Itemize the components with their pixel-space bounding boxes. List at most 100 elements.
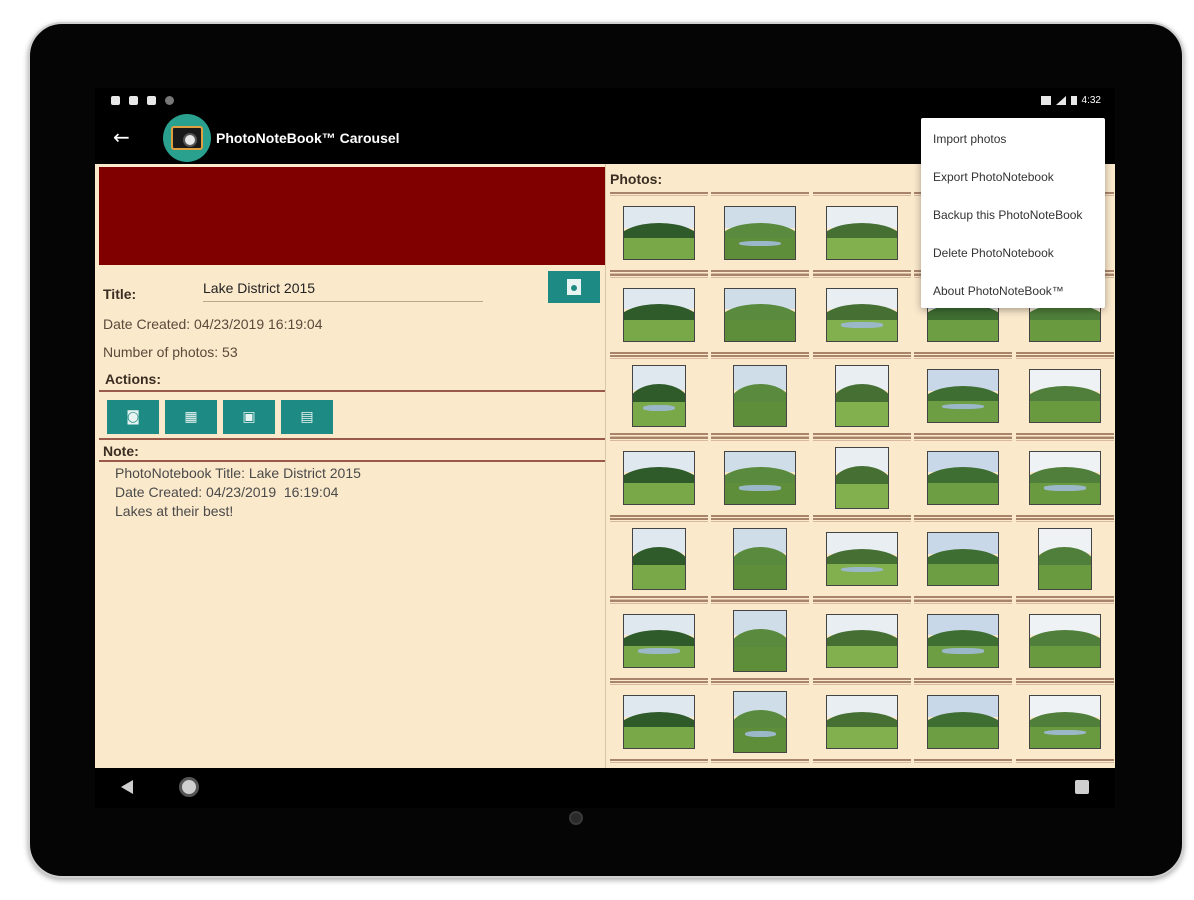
divider [812,681,911,685]
divider [610,599,708,604]
photo-thumbnail[interactable] [1015,681,1114,763]
save-button[interactable] [548,271,600,303]
divider [914,759,1013,763]
photo-thumbnail[interactable] [914,355,1013,437]
photo-thumbnail[interactable] [711,355,810,437]
divider [610,273,708,278]
photo-thumbnail[interactable] [914,436,1013,519]
photo-thumbnail[interactable] [914,518,1013,600]
menu-item-export[interactable]: Export PhotoNotebook [933,170,1054,184]
photo-thumbnail[interactable] [711,681,810,763]
divider [610,436,708,441]
battery-icon [1070,96,1077,105]
photo-thumbnail[interactable] [610,192,708,274]
photo-image [1028,450,1101,505]
divider [812,436,911,441]
actions-label: Actions: [105,371,161,387]
signal-icon [1055,96,1066,105]
photo-image [825,613,898,668]
dot-icon [165,96,174,105]
divider [914,681,1013,685]
divider [610,518,708,522]
overflow-menu: Import photos Export PhotoNotebook Backu… [921,118,1105,308]
portrait-icon: ▣ [242,409,256,425]
photo-image [623,206,695,260]
photo-thumbnail[interactable] [1015,436,1114,519]
sd-card-icon [147,96,156,105]
photo-thumbnail[interactable] [812,518,911,600]
divider [711,518,810,522]
nav-recents-icon[interactable] [1075,780,1089,794]
photo-image [927,613,1000,668]
photo-thumbnail[interactable] [610,273,708,356]
photo-thumbnail[interactable] [1015,355,1114,437]
number-of-photos: Number of photos: 53 [103,344,238,360]
photo-image [733,528,788,590]
grid-button[interactable]: ▤ [281,400,333,434]
photo-thumbnail[interactable] [711,192,810,274]
status-icons-left [111,96,174,105]
photo-image [724,287,797,342]
divider [1015,518,1114,522]
photo-thumbnail[interactable] [914,681,1013,763]
divider [711,355,810,359]
menu-item-backup[interactable]: Backup this PhotoNoteBook [933,208,1082,222]
photo-thumbnail[interactable] [610,681,708,763]
photo-thumbnail[interactable] [1015,599,1114,682]
divider [711,599,810,604]
menu-item-delete[interactable]: Delete PhotoNotebook [933,246,1054,260]
menu-item-about[interactable]: About PhotoNoteBook™ [933,284,1064,298]
photo-image [733,609,788,672]
camera-button[interactable]: ◙ [107,400,159,434]
divider [711,192,810,196]
nav-home-icon[interactable] [179,777,199,797]
divider [812,355,911,359]
photo-thumbnail[interactable] [610,518,708,600]
photo-thumbnail[interactable] [711,599,810,682]
menu-item-import-photos[interactable]: Import photos [933,132,1006,146]
divider [812,273,911,278]
photo-thumbnail[interactable] [610,355,708,437]
notification-icon [129,96,138,105]
photo-thumbnail[interactable] [610,436,708,519]
photo-thumbnail[interactable] [610,599,708,682]
photo-thumbnail[interactable] [812,273,911,356]
divider [1015,436,1114,441]
photo-image [834,365,889,427]
photo-image [927,695,1000,749]
photo-image [1028,695,1101,749]
photo-image [825,287,898,342]
divider [812,599,911,604]
photo-image [825,206,898,260]
photo-thumbnail[interactable] [914,599,1013,682]
divider [1015,681,1114,685]
divider [711,759,810,763]
divider [1015,355,1114,359]
photo-thumbnail[interactable] [711,518,810,600]
photo-thumbnail[interactable] [1015,518,1114,600]
photo-thumbnail[interactable] [812,192,911,274]
divider [711,681,810,685]
title-input[interactable]: Lake District 2015 [203,280,483,302]
photo-image [724,450,797,505]
photo-thumbnail[interactable] [812,436,911,519]
settings-icon [111,96,120,105]
photo-thumbnail[interactable] [711,436,810,519]
photo-thumbnail[interactable] [812,355,911,437]
photo-thumbnail[interactable] [711,273,810,356]
photo-image [623,695,695,749]
arrow-left-icon[interactable]: ← [113,125,130,149]
photo-image [724,206,797,260]
photo-image [1037,528,1092,590]
portrait-button[interactable]: ▣ [223,400,275,434]
photo-image [825,532,898,586]
title-label: Title: [103,286,137,302]
gallery-button[interactable]: ▦ [165,400,217,434]
save-icon [567,279,581,295]
divider [812,518,911,522]
photo-thumbnail[interactable] [812,681,911,763]
photo-thumbnail[interactable] [812,599,911,682]
navigation-bar [95,768,1115,808]
divider [914,436,1013,441]
nav-back-icon[interactable] [121,780,133,794]
